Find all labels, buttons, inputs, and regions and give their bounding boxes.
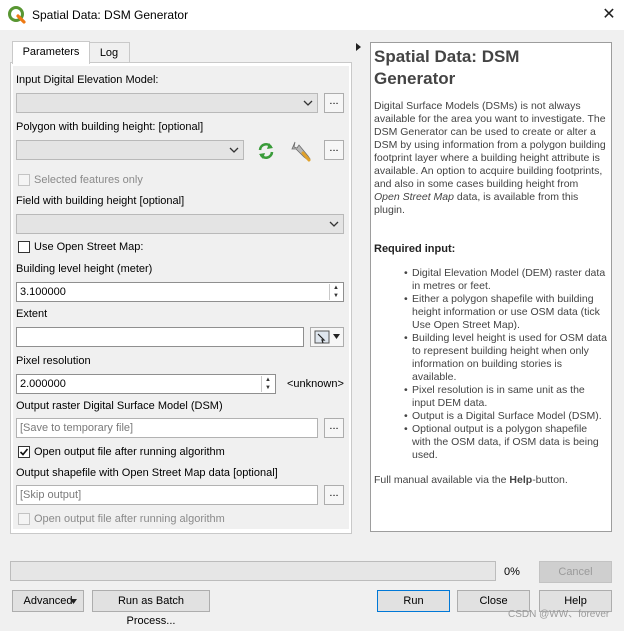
- dsm-output-browse-button[interactable]: ...: [324, 418, 344, 438]
- list-item: Digital Elevation Model (DEM) raster dat…: [404, 267, 608, 293]
- list-item: Optional output is a polygon shapefile w…: [404, 423, 608, 462]
- dsm-output-input[interactable]: [Save to temporary file]: [16, 418, 318, 438]
- use-osm-checkbox[interactable]: [18, 241, 30, 253]
- open-output-checkbox[interactable]: [18, 446, 30, 458]
- pixel-spin[interactable]: ▲ ▼: [261, 376, 274, 392]
- list-item: Pixel resolution is in same unit as the …: [404, 384, 608, 410]
- spin-up-icon[interactable]: ▲: [262, 376, 274, 384]
- close-icon[interactable]: ✕: [598, 4, 620, 26]
- polygon-browse-button[interactable]: ...: [324, 140, 344, 160]
- chevron-down-icon: [333, 334, 340, 339]
- help-footer-post: -button.: [532, 474, 568, 486]
- help-desc-osm: Open Street Map: [374, 191, 454, 203]
- open-output-label: Open output file after running algorithm: [34, 446, 225, 458]
- help-title: Spatial Data: DSM Generator: [374, 47, 520, 88]
- help-footer-bold: Help: [509, 474, 533, 486]
- pixel-unit: <unknown>: [287, 378, 344, 390]
- level-height-value: 3.100000: [20, 286, 66, 298]
- spin-up-icon[interactable]: ▲: [330, 284, 342, 292]
- osm-output-input[interactable]: [Skip output]: [16, 485, 318, 505]
- refresh-icon[interactable]: [256, 141, 276, 161]
- batch-process-button[interactable]: Run as Batch Process...: [92, 590, 210, 627]
- dem-browse-button[interactable]: ...: [324, 93, 344, 113]
- chevron-down-icon: [329, 221, 339, 227]
- qgis-logo-icon: [8, 6, 26, 24]
- level-height-spin[interactable]: ▲ ▼: [329, 284, 342, 300]
- advanced-label: Advanced: [23, 595, 73, 607]
- map-canvas-icon: [314, 330, 330, 344]
- advanced-button[interactable]: Advanced: [12, 590, 84, 612]
- expand-triangle-icon[interactable]: [356, 43, 361, 51]
- dem-label: Input Digital Elevation Model:: [16, 74, 159, 86]
- extent-button[interactable]: [310, 327, 344, 347]
- pixel-spinbox[interactable]: 2.000000 ▲ ▼: [16, 374, 276, 394]
- spin-down-icon[interactable]: ▼: [330, 292, 342, 300]
- polygon-label: Polygon with building height: [optional]: [16, 121, 204, 133]
- list-item: Building level height is used for OSM da…: [404, 332, 608, 384]
- selected-only-label: Selected features only: [34, 174, 143, 186]
- open-output2-checkbox[interactable]: [18, 513, 30, 525]
- polygon-combo[interactable]: [16, 140, 244, 160]
- list-item: Output is a Digital Surface Model (DSM).: [404, 410, 608, 423]
- check-icon: [19, 448, 29, 456]
- help-description: Digital Surface Models (DSMs) is not alw…: [374, 100, 606, 217]
- tab-log[interactable]: Log: [88, 42, 130, 63]
- dem-combo[interactable]: [16, 93, 318, 113]
- tab-parameters[interactable]: Parameters: [12, 41, 90, 64]
- run-button[interactable]: Run: [377, 590, 450, 612]
- extent-label: Extent: [16, 308, 48, 320]
- open-output2-label: Open output file after running algorithm: [34, 513, 225, 525]
- field-combo[interactable]: [16, 214, 344, 234]
- chevron-down-icon: [303, 100, 313, 106]
- field-label: Field with building height [optional]: [16, 195, 185, 207]
- help-footer: Full manual available via the Help-butto…: [374, 474, 568, 486]
- list-item: Either a polygon shapefile with building…: [404, 293, 608, 332]
- dsm-output-label: Output raster Digital Surface Model (DSM…: [16, 400, 223, 412]
- pixel-value: 2.000000: [20, 378, 66, 390]
- use-osm-label: Use Open Street Map:: [34, 241, 144, 253]
- help-footer-pre: Full manual available via the: [374, 474, 510, 486]
- selected-only-checkbox[interactable]: [18, 174, 30, 186]
- chevron-down-icon: [229, 147, 239, 153]
- pixel-label: Pixel resolution: [16, 355, 91, 367]
- progress-percent: 0%: [504, 566, 520, 578]
- wrench-icon[interactable]: [289, 139, 313, 163]
- cancel-button[interactable]: Cancel: [539, 561, 612, 583]
- osm-output-label: Output shapefile with Open Street Map da…: [16, 467, 278, 479]
- spin-down-icon[interactable]: ▼: [262, 384, 274, 392]
- watermark: CSDN @WW、forever: [508, 609, 610, 620]
- chevron-down-icon: [70, 599, 77, 604]
- extent-input[interactable]: [16, 327, 304, 347]
- help-desc-part1: Digital Surface Models (DSMs) is not alw…: [374, 100, 606, 190]
- progress-bar: [10, 561, 496, 581]
- help-required-title: Required input:: [374, 243, 456, 255]
- window-title: Spatial Data: DSM Generator: [32, 8, 189, 22]
- help-required-list: Digital Elevation Model (DEM) raster dat…: [404, 267, 608, 462]
- osm-output-browse-button[interactable]: ...: [324, 485, 344, 505]
- level-height-spinbox[interactable]: 3.100000 ▲ ▼: [16, 282, 344, 302]
- level-height-label: Building level height (meter): [16, 263, 153, 275]
